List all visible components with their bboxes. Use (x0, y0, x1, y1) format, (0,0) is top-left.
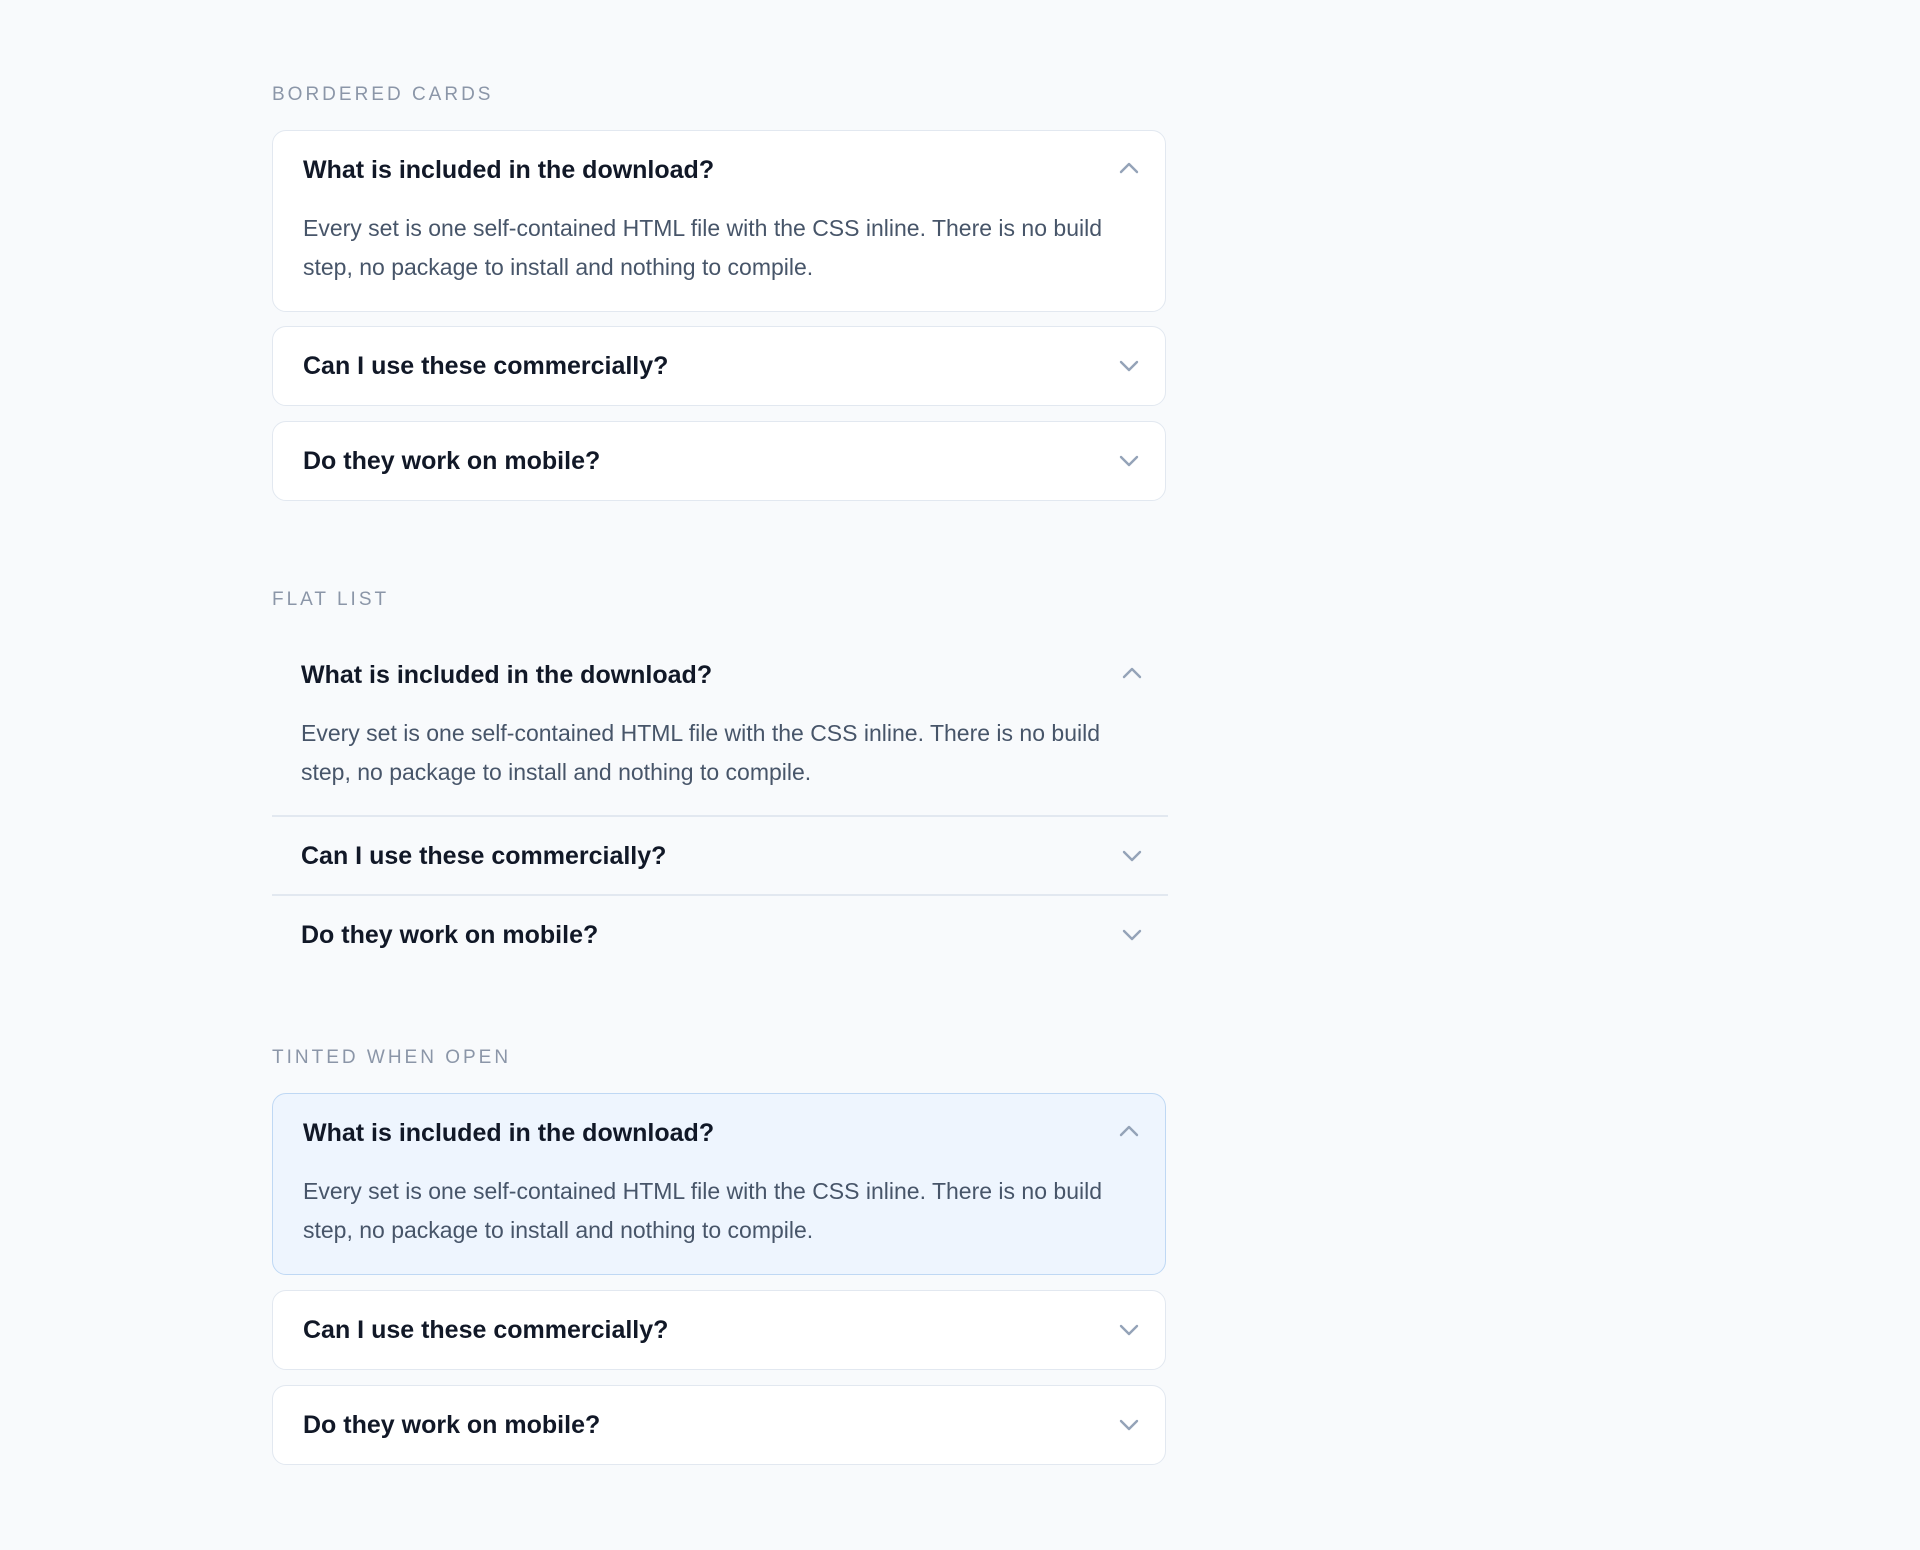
faq-question: Do they work on mobile? (301, 921, 599, 949)
faq-question-row[interactable]: What is included in the download? (273, 1094, 1165, 1172)
faq-flat-item[interactable]: Do they work on mobile? (272, 896, 1168, 974)
faq-question: Can I use these commercially? (303, 352, 669, 380)
faq-question-row[interactable]: Do they work on mobile? (272, 896, 1168, 974)
faq-card[interactable]: Can I use these commercially? (272, 1290, 1166, 1370)
faq-flat-item-open[interactable]: What is included in the download? Every … (272, 636, 1168, 816)
faq-question-row[interactable]: What is included in the download? (273, 131, 1165, 209)
faq-question: What is included in the download? (301, 661, 713, 689)
chevron-down-icon[interactable] (1120, 923, 1144, 947)
chevron-up-icon[interactable] (1117, 1119, 1141, 1143)
chevron-down-icon[interactable] (1117, 354, 1141, 378)
section-bordered-cards: BORDERED CARDS (272, 84, 1168, 106)
section-tinted-when-open: TINTED WHEN OPEN (272, 1047, 1168, 1069)
faq-question: Do they work on mobile? (303, 447, 601, 475)
chevron-down-icon[interactable] (1120, 844, 1144, 868)
chevron-down-icon[interactable] (1117, 1318, 1141, 1342)
faq-question: What is included in the download? (303, 1119, 715, 1147)
faq-question-row[interactable]: Can I use these commercially? (273, 327, 1165, 405)
faq-card[interactable]: Do they work on mobile? (272, 421, 1166, 501)
section-label: TINTED WHEN OPEN (272, 1047, 512, 1068)
faq-card[interactable]: Do they work on mobile? (272, 1385, 1166, 1465)
faq-question: What is included in the download? (303, 156, 715, 184)
chevron-down-icon[interactable] (1117, 1413, 1141, 1437)
faq-answer: Every set is one self-contained HTML fil… (301, 720, 1100, 785)
faq-question: Do they work on mobile? (303, 1411, 601, 1439)
section-flat-list: FLAT LIST (272, 589, 1168, 611)
faq-question-row[interactable]: What is included in the download? (272, 636, 1168, 714)
chevron-up-icon[interactable] (1120, 661, 1144, 685)
faq-card-open[interactable]: What is included in the download? Every … (272, 130, 1166, 312)
faq-question-row[interactable]: Can I use these commercially? (273, 1291, 1165, 1369)
faq-question-row[interactable]: Can I use these commercially? (272, 817, 1168, 895)
faq-question: Can I use these commercially? (303, 1316, 669, 1344)
chevron-up-icon[interactable] (1117, 156, 1141, 180)
faq-card-open-tinted[interactable]: What is included in the download? Every … (272, 1093, 1166, 1275)
faq-question: Can I use these commercially? (301, 842, 667, 870)
chevron-down-icon[interactable] (1117, 449, 1141, 473)
faq-question-row[interactable]: Do they work on mobile? (273, 1386, 1165, 1464)
section-label: FLAT LIST (272, 589, 390, 610)
faq-question-row[interactable]: Do they work on mobile? (273, 422, 1165, 500)
faq-answer: Every set is one self-contained HTML fil… (303, 215, 1102, 280)
section-label: BORDERED CARDS (272, 84, 494, 105)
faq-card[interactable]: Can I use these commercially? (272, 326, 1166, 406)
faq-answer: Every set is one self-contained HTML fil… (303, 1178, 1102, 1243)
faq-flat-item[interactable]: Can I use these commercially? (272, 817, 1168, 895)
